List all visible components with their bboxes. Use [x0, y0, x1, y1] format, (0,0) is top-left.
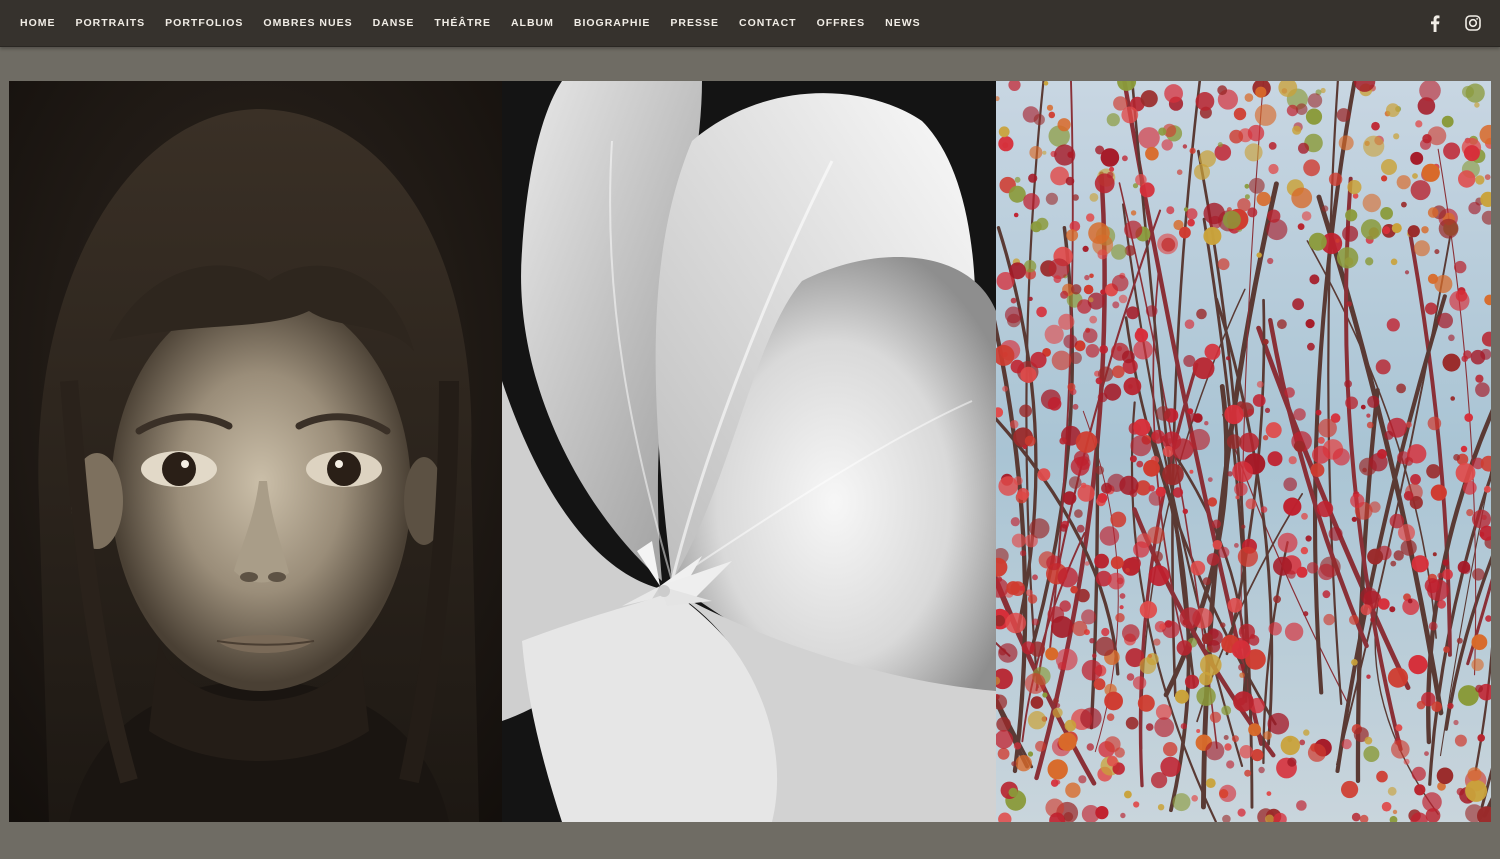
nav-album[interactable]: ALBUM	[511, 17, 554, 29]
facebook-icon[interactable]	[1426, 14, 1444, 32]
nav-biographie[interactable]: BIOGRAPHIE	[574, 17, 651, 29]
nav-theatre[interactable]: THÉÂTRE	[434, 17, 491, 29]
instagram-icon[interactable]	[1464, 14, 1482, 32]
nav-offres[interactable]: OFFRES	[817, 17, 866, 29]
girl-portrait-photo[interactable]	[9, 81, 502, 822]
nav-news[interactable]: NEWS	[885, 17, 921, 29]
main-nav: HOME PORTRAITS PORTFOLIOS OMBRES NUES DA…	[20, 0, 941, 46]
nav-home[interactable]: HOME	[20, 17, 56, 29]
nav-portraits[interactable]: PORTRAITS	[76, 17, 146, 29]
white-tulip-photo[interactable]	[502, 81, 996, 822]
red-autumn-tree-photo[interactable]	[996, 81, 1491, 822]
social-links	[1406, 0, 1482, 46]
nav-portfolios[interactable]: PORTFOLIOS	[165, 17, 243, 29]
top-navigation-bar: HOME PORTRAITS PORTFOLIOS OMBRES NUES DA…	[0, 0, 1500, 47]
photo-gallery	[9, 81, 1491, 822]
nav-presse[interactable]: PRESSE	[670, 17, 719, 29]
nav-contact[interactable]: CONTACT	[739, 17, 797, 29]
nav-ombres-nues[interactable]: OMBRES NUES	[263, 17, 352, 29]
nav-danse[interactable]: DANSE	[373, 17, 415, 29]
